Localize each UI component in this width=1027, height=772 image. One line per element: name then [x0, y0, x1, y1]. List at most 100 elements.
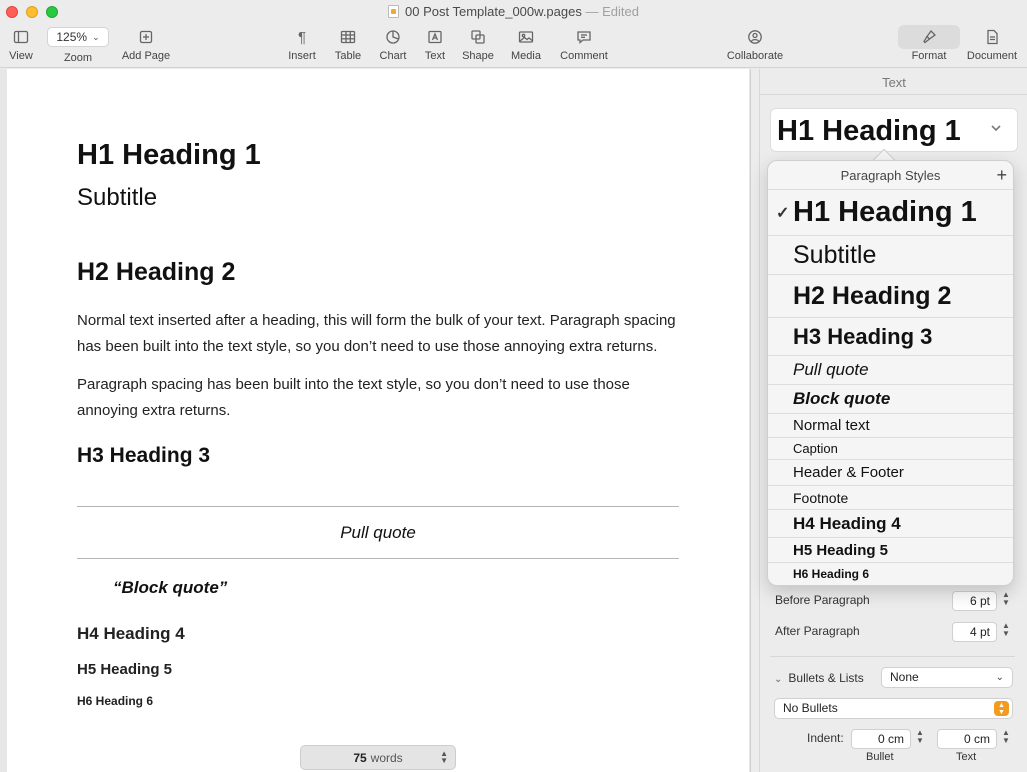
chart-icon: [386, 30, 400, 44]
format-label: Format: [911, 50, 947, 62]
chart-label: Chart: [379, 50, 407, 62]
bullets-list-value: None: [890, 670, 919, 684]
shape-button[interactable]: Shape: [459, 28, 497, 62]
style-item-normal-text[interactable]: Normal text: [768, 414, 1013, 438]
chevron-down-icon: ⌄: [995, 672, 1004, 683]
bullet-type-select[interactable]: No Bullets ▲ ▼: [774, 698, 1013, 719]
sidebar-divider: [760, 94, 1027, 95]
doc-h4[interactable]: H4 Heading 4: [77, 624, 679, 644]
chevron-down-icon: ⌄: [92, 31, 100, 42]
word-count-button[interactable]: 75 words ▲ ▼: [300, 745, 456, 770]
view-button[interactable]: View: [8, 28, 34, 62]
before-paragraph-label: Before Paragraph: [775, 593, 870, 607]
style-item-h6[interactable]: H6 Heading 6: [768, 563, 1013, 585]
pilcrow-icon: ¶: [297, 28, 307, 46]
text-box-icon: [428, 30, 442, 44]
document-button[interactable]: Document: [963, 28, 1021, 62]
photo-icon: [518, 31, 534, 43]
text-column-label: Text: [956, 751, 977, 763]
doc-h6[interactable]: H6 Heading 6: [77, 694, 679, 708]
style-item-h5[interactable]: H5 Heading 5: [768, 538, 1013, 563]
after-paragraph-stepper[interactable]: ▲ ▼: [1001, 622, 1011, 638]
edited-status: Edited: [602, 4, 639, 19]
style-item-h3[interactable]: H3 Heading 3: [768, 318, 1013, 356]
pull-quote-top-rule: [77, 506, 679, 507]
comment-button[interactable]: Comment: [558, 28, 610, 62]
media-label: Media: [511, 50, 541, 62]
style-item-label: H1 Heading 1: [793, 196, 977, 228]
add-style-icon[interactable]: +: [996, 165, 1007, 186]
style-item-subtitle[interactable]: Subtitle: [768, 236, 1013, 275]
style-item-block-quote[interactable]: Block quote: [768, 385, 1013, 414]
add-page-button[interactable]: Add Page: [118, 28, 174, 62]
doc-block-quote[interactable]: “Block quote”: [113, 578, 715, 598]
document-canvas[interactable]: H1 Heading 1 Subtitle H2 Heading 2 Norma…: [0, 69, 751, 772]
doc-h3[interactable]: H3 Heading 3: [77, 444, 679, 468]
chevron-down-icon: ⌄: [774, 674, 783, 685]
media-button[interactable]: Media: [508, 28, 544, 62]
before-paragraph-stepper[interactable]: ▲ ▼: [1001, 591, 1011, 607]
window-titlebar: 00 Post Template_000w.pages — Edited Vie…: [0, 0, 1027, 68]
doc-h2[interactable]: H2 Heading 2: [77, 258, 679, 287]
text-box-button[interactable]: Text: [420, 28, 450, 62]
zoom-value: 125%: [56, 30, 88, 44]
style-item-h4[interactable]: H4 Heading 4: [768, 510, 1013, 538]
word-count-value: 75: [353, 750, 367, 765]
insert-button[interactable]: ¶ Insert: [284, 28, 320, 63]
style-item-label: Block quote: [793, 389, 891, 408]
table-label: Table: [334, 50, 362, 62]
chart-button[interactable]: Chart: [376, 28, 410, 62]
document-page[interactable]: H1 Heading 1 Subtitle H2 Heading 2 Norma…: [7, 69, 749, 772]
collaborate-label: Collaborate: [726, 50, 784, 62]
doc-subtitle[interactable]: Subtitle: [77, 184, 679, 212]
doc-pull-quote[interactable]: Pull quote: [77, 523, 679, 543]
indent-text-stepper[interactable]: ▲ ▼: [1001, 729, 1011, 745]
doc-paragraph-1[interactable]: Normal text inserted after a heading, th…: [77, 308, 679, 360]
doc-h1[interactable]: H1 Heading 1: [77, 139, 679, 172]
style-item-h2[interactable]: H2 Heading 2: [768, 275, 1013, 318]
style-item-footnote[interactable]: Footnote: [768, 486, 1013, 510]
style-item-label: Pull quote: [793, 360, 869, 379]
text-label: Text: [424, 50, 446, 62]
style-item-label: Footnote: [793, 489, 849, 506]
style-item-label: H3 Heading 3: [793, 323, 933, 349]
paragraph-style-selector[interactable]: H1 Heading 1: [770, 108, 1018, 152]
add-page-icon: [139, 30, 153, 44]
document-icon: [987, 29, 998, 45]
collaborate-button[interactable]: Collaborate: [724, 28, 786, 62]
style-item-caption[interactable]: Caption: [768, 438, 1013, 460]
doc-paragraph-2[interactable]: Paragraph spacing has been built into th…: [77, 372, 679, 424]
title-separator: —: [585, 4, 599, 19]
checkmark-icon: ✓: [776, 204, 790, 222]
bullet-type-value: No Bullets: [783, 701, 838, 715]
indent-text-input[interactable]: 0 cm: [937, 729, 997, 749]
sidebar-icon: [13, 30, 29, 44]
style-item-pull-quote[interactable]: Pull quote: [768, 356, 1013, 385]
style-item-header-footer[interactable]: Header & Footer: [768, 460, 1013, 486]
doc-h5[interactable]: H5 Heading 5: [77, 661, 679, 678]
bullets-disclosure[interactable]: ⌄ Bullets & Lists: [774, 671, 864, 685]
style-item-label: H4 Heading 4: [793, 513, 901, 533]
view-label: View: [9, 50, 33, 62]
window-title: 00 Post Template_000w.pages — Edited: [0, 4, 1027, 19]
before-paragraph-input[interactable]: 6 pt: [952, 591, 997, 611]
paintbrush-icon: [923, 30, 936, 44]
up-down-arrows-icon: ▲ ▼: [994, 701, 1009, 716]
sidebar-tab-text[interactable]: Text: [760, 75, 1027, 90]
style-item-label: Header & Footer: [793, 464, 904, 481]
format-button[interactable]: Format: [904, 28, 954, 62]
after-paragraph-input[interactable]: 4 pt: [952, 622, 997, 642]
table-button[interactable]: Table: [331, 28, 365, 62]
style-item-h1[interactable]: ✓ H1 Heading 1: [768, 190, 1013, 236]
sidebar-section-rule: [770, 656, 1015, 657]
style-item-label: H2 Heading 2: [793, 281, 952, 310]
comment-icon: [577, 31, 591, 44]
bullets-list-select[interactable]: None ⌄: [881, 667, 1013, 688]
indent-bullet-input[interactable]: 0 cm: [851, 729, 911, 749]
comment-label: Comment: [560, 50, 608, 62]
after-paragraph-label: After Paragraph: [775, 624, 860, 638]
shape-label: Shape: [462, 50, 494, 62]
indent-bullet-stepper[interactable]: ▲ ▼: [915, 729, 925, 745]
zoom-select[interactable]: 125% ⌄: [47, 27, 109, 47]
bullet-column-label: Bullet: [866, 751, 894, 763]
